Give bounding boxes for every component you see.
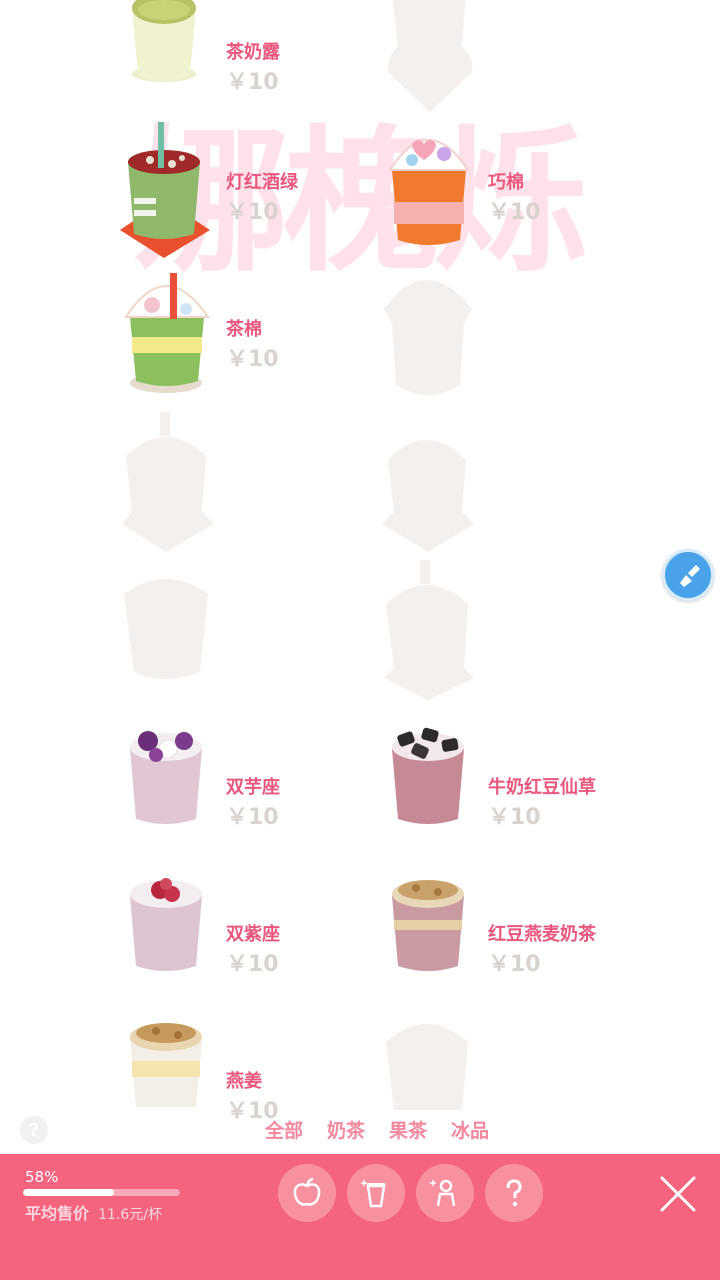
close-icon[interactable] <box>656 1172 700 1216</box>
drink-item-3[interactable]: 巧棉 ￥10 <box>382 118 682 258</box>
drink-cup-image <box>120 122 210 258</box>
tab-fruit-tea[interactable]: 果茶 <box>389 1116 427 1143</box>
drink-item-13[interactable]: 红豆燕麦奶茶 ￥10 <box>382 870 682 1010</box>
ingredient-button[interactable] <box>278 1164 336 1222</box>
drink-item-1[interactable] <box>380 0 680 128</box>
drink-price: ￥10 <box>488 200 541 225</box>
drink-price: ￥10 <box>488 952 541 977</box>
drink-item-0[interactable]: 茶奶露 ￥10 <box>120 0 420 128</box>
apple-icon <box>293 1177 321 1206</box>
staff-button[interactable] <box>416 1164 474 1222</box>
drink-cup-image <box>388 139 470 245</box>
drink-item-9[interactable] <box>380 560 680 700</box>
drink-item-5[interactable] <box>380 265 680 405</box>
bottom-bar: 58% 平均售价 11.6元/杯 <box>0 1154 720 1280</box>
tab-all[interactable]: 全部 <box>265 1116 303 1143</box>
drink-cup-image <box>130 1023 202 1107</box>
drink-item-4[interactable]: 茶棉 ￥10 <box>120 265 420 405</box>
drink-name: 双芋座 <box>226 777 280 798</box>
drink-cup-image <box>124 273 210 393</box>
drink-name: 红豆燕麦奶茶 <box>488 924 596 945</box>
question-icon <box>506 1179 522 1207</box>
brush-button[interactable] <box>662 549 714 601</box>
drink-cup-image <box>130 731 202 824</box>
drink-price: ￥10 <box>226 952 279 977</box>
drink-cup-image <box>130 878 202 971</box>
drink-name: 巧棉 <box>488 172 524 193</box>
collection-progress-fill <box>23 1189 115 1196</box>
tab-milk-tea[interactable]: 奶茶 <box>327 1116 365 1143</box>
cup-button[interactable] <box>347 1164 405 1222</box>
info-button[interactable] <box>485 1164 543 1222</box>
drink-price: ￥10 <box>488 805 541 830</box>
drink-item-8[interactable] <box>120 560 420 700</box>
drink-name: 燕姜 <box>226 1071 262 1092</box>
drink-price: ￥10 <box>226 347 279 372</box>
collection-progress <box>23 1189 180 1196</box>
drink-name: 灯红酒绿 <box>226 172 298 193</box>
drink-price: ￥10 <box>226 805 279 830</box>
locked-drink-silhouette <box>384 560 474 700</box>
drink-price: ￥10 <box>226 200 279 225</box>
person-sparkle-icon <box>429 1179 456 1207</box>
collection-percent: 58% <box>25 1168 59 1186</box>
brush-icon <box>680 565 700 587</box>
cup-sparkle-icon <box>360 1179 386 1208</box>
drink-name: 牛奶红豆仙草 <box>488 777 596 798</box>
drink-item-11[interactable]: 牛奶红豆仙草 ￥10 <box>382 723 682 863</box>
locked-drink-silhouette <box>387 0 473 112</box>
drink-grid: 茶奶露 ￥10 灯红酒绿 ￥10 巧棉 ￥10 茶棉 ￥10 双芋座 ￥10 牛… <box>0 0 720 1124</box>
locked-drink-silhouette <box>382 440 474 552</box>
drink-item-2[interactable]: 灯红酒绿 ￥10 <box>120 118 420 258</box>
help-button[interactable]: ? <box>20 1116 48 1144</box>
drink-name: 双紫座 <box>226 924 280 945</box>
average-price-value: 11.6元/杯 <box>98 1207 162 1223</box>
drink-item-6[interactable] <box>120 412 420 552</box>
drink-price: ￥10 <box>226 70 279 95</box>
tab-ice[interactable]: 冰品 <box>451 1116 489 1143</box>
drink-cup-image <box>392 880 464 971</box>
drink-cup-image <box>132 0 196 82</box>
locked-drink-silhouette <box>384 280 472 395</box>
average-price: 平均售价 11.6元/杯 <box>25 1200 162 1224</box>
drink-cup-image <box>392 727 464 824</box>
locked-drink-silhouette <box>122 412 214 552</box>
drink-name: 茶奶露 <box>226 42 280 63</box>
drink-item-7[interactable] <box>380 412 680 552</box>
drink-name: 茶棉 <box>226 319 262 340</box>
average-price-label: 平均售价 <box>25 1204 90 1223</box>
drink-item-12[interactable]: 双紫座 ￥10 <box>120 870 420 1010</box>
drink-item-10[interactable]: 双芋座 ￥10 <box>120 723 420 863</box>
category-tabs: 全部 奶茶 果茶 冰品 <box>265 1116 489 1143</box>
locked-drink-silhouette <box>124 579 208 679</box>
